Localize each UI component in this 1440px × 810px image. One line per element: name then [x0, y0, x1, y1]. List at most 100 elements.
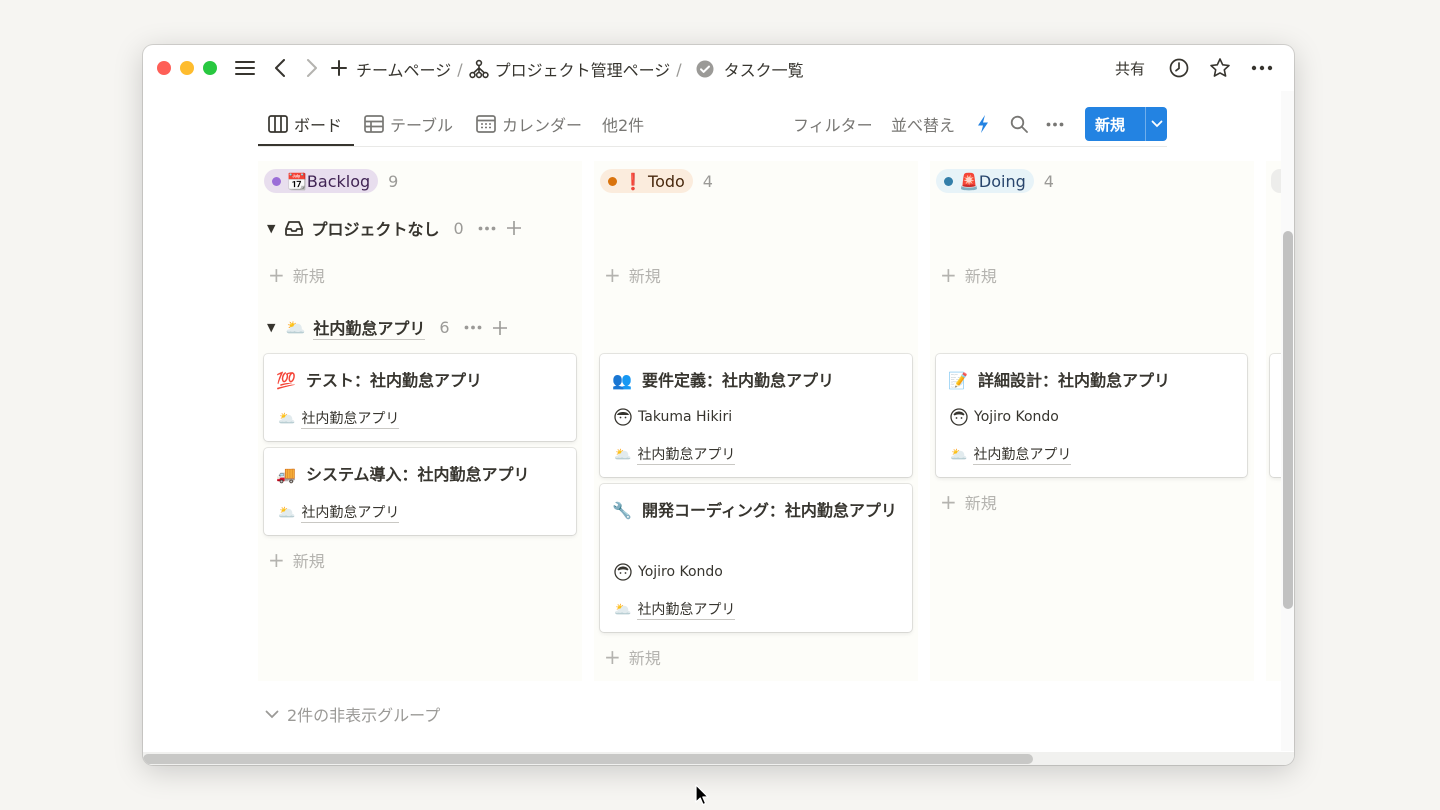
add-card-button[interactable]: + 新規	[930, 257, 997, 293]
mouse-cursor-icon	[695, 784, 709, 810]
card-assignee[interactable]: Yojiro Kondo	[614, 563, 723, 581]
relation-label: 社内勤怠アプリ	[301, 408, 400, 429]
card-title: システム導入：社内勤怠アプリ	[306, 465, 530, 484]
card-relation[interactable]: 🌥️ 社内勤怠アプリ	[950, 444, 1072, 465]
group-more-icon[interactable]	[478, 226, 496, 231]
card-relation[interactable]: 🌥️ 社内勤怠アプリ	[614, 444, 736, 465]
more-views-tab[interactable]: 他2件	[602, 111, 644, 137]
view-options-icon[interactable]	[1046, 111, 1064, 137]
relation-emoji: 🌥️	[614, 446, 632, 463]
card-emoji: 🚚	[276, 465, 296, 484]
horizontal-scrollbar[interactable]	[143, 754, 1033, 764]
automation-icon[interactable]	[976, 111, 990, 137]
add-card-label: 新規	[628, 649, 661, 668]
card-title: 要件定義：社内勤怠アプリ	[642, 371, 835, 390]
task-card[interactable]: 🔧 開発コーディング：社内勤怠アプリ Yojiro Kondo 🌥️ 社内勤怠アプリ	[600, 484, 912, 632]
group-add-icon[interactable]	[506, 220, 522, 236]
card-assignee[interactable]: Takuma Hikiri	[614, 408, 732, 426]
chevron-down-icon[interactable]	[1146, 120, 1167, 128]
avatar	[614, 408, 632, 426]
add-card-label: 新規	[292, 267, 325, 286]
card-title: テスト：社内勤怠アプリ	[306, 371, 483, 390]
chevron-down-icon	[265, 710, 279, 719]
add-card-label: 新規	[628, 267, 661, 286]
forward-icon[interactable]	[301, 56, 323, 80]
avatar	[950, 408, 968, 426]
share-button[interactable]: 共有	[1115, 58, 1145, 79]
board-icon	[268, 115, 288, 133]
relation-emoji: 🌥️	[278, 504, 296, 521]
assignee-name: Yojiro Kondo	[638, 564, 723, 580]
column-count: 4	[1043, 171, 1054, 191]
task-card[interactable]: 💯 テスト：社内勤怠アプリ 🌥️ 社内勤怠アプリ	[264, 354, 576, 441]
column-header-doing[interactable]: 🚨Doing 4	[936, 169, 1054, 193]
card-emoji: 💯	[276, 371, 296, 390]
column-header-todo[interactable]: ❗ Todo 4	[600, 169, 713, 193]
tab-board[interactable]: ボード	[268, 111, 342, 137]
cloud-sun-emoji: 🌥️	[285, 318, 306, 337]
close-window-button[interactable]	[157, 61, 171, 75]
back-icon[interactable]	[269, 56, 291, 80]
relation-emoji: 🌥️	[950, 446, 968, 463]
status-pill-doing: 🚨Doing	[936, 169, 1034, 193]
add-card-button[interactable]: + 新規	[258, 542, 325, 578]
add-card-button[interactable]: + 新規	[930, 484, 997, 520]
breadcrumb-item-project[interactable]: プロジェクト管理ページ	[495, 57, 671, 81]
vertical-scrollbar[interactable]	[1283, 231, 1293, 609]
minimize-window-button[interactable]	[180, 61, 194, 75]
search-icon[interactable]	[1010, 111, 1028, 137]
tab-table[interactable]: テーブル	[364, 111, 453, 137]
add-page-icon[interactable]	[329, 56, 349, 80]
avatar	[614, 563, 632, 581]
add-card-label: 新規	[964, 267, 997, 286]
relation-label: 社内勤怠アプリ	[973, 444, 1072, 465]
history-icon[interactable]	[1167, 56, 1191, 80]
card-assignee[interactable]: Yojiro Kondo	[950, 408, 1059, 426]
tab-calendar-label: カレンダー	[502, 116, 583, 135]
app-window: チームページ / プロジェクト管理ページ / タスク一覧 共有 ボード テーブル…	[143, 45, 1294, 765]
title-bar: チームページ / プロジェクト管理ページ / タスク一覧 共有	[143, 45, 1294, 91]
more-icon[interactable]	[1250, 56, 1274, 80]
task-card[interactable]: 🚚 システム導入：社内勤怠アプリ 🌥️ 社内勤怠アプリ	[264, 448, 576, 535]
tab-table-label: テーブル	[390, 116, 454, 135]
new-button-label: 新規	[1095, 115, 1126, 134]
breadcrumb-item-team[interactable]: チームページ	[356, 57, 451, 81]
tab-calendar[interactable]: カレンダー	[476, 111, 582, 137]
add-card-label: 新規	[964, 494, 997, 513]
zoom-window-button[interactable]	[203, 61, 217, 75]
task-card[interactable]: 📝 詳細設計：社内勤怠アプリ Yojiro Kondo 🌥️ 社内勤怠アプリ	[936, 354, 1247, 477]
breadcrumb-separator: /	[676, 59, 682, 79]
star-icon[interactable]	[1208, 56, 1232, 80]
group-header-no-project[interactable]: ▼ プロジェクトなし 0	[267, 216, 522, 240]
add-card-button[interactable]: + 新規	[594, 257, 661, 293]
collapse-triangle-icon[interactable]: ▼	[267, 321, 275, 334]
menu-icon[interactable]	[233, 56, 257, 80]
card-relation[interactable]: 🌥️ 社内勤怠アプリ	[278, 408, 400, 429]
sort-button[interactable]: 並べ替え	[891, 111, 955, 137]
card-relation[interactable]: 🌥️ 社内勤怠アプリ	[614, 599, 736, 620]
card-relation[interactable]: 🌥️ 社内勤怠アプリ	[278, 502, 400, 523]
breadcrumb-item-tasks[interactable]: タスク一覧	[724, 57, 804, 81]
card-title: 詳細設計：社内勤怠アプリ	[978, 371, 1171, 390]
group-title[interactable]: 社内勤怠アプリ	[313, 315, 426, 340]
add-card-button[interactable]: + 新規	[594, 639, 661, 675]
new-button[interactable]: 新規	[1085, 107, 1167, 141]
filter-button[interactable]: フィルター	[793, 111, 873, 137]
relation-emoji: 🌥️	[278, 410, 296, 427]
status-label: 🚨Doing	[959, 171, 1026, 191]
task-card[interactable]: 👥 要件定義：社内勤怠アプリ Takuma Hikiri 🌥️ 社内勤怠アプリ	[600, 354, 912, 477]
relation-emoji: 🌥️	[614, 601, 632, 618]
active-tab-indicator	[258, 144, 354, 146]
card-emoji: 🔧	[612, 501, 632, 520]
add-card-button[interactable]: + 新規	[258, 257, 325, 293]
group-header-attendance-app[interactable]: ▼ 🌥️ 社内勤怠アプリ 6	[267, 315, 508, 340]
card-title: 開発コーディング：社内勤怠アプリ	[642, 501, 897, 520]
group-add-icon[interactable]	[492, 320, 508, 336]
collapse-triangle-icon[interactable]: ▼	[267, 222, 275, 235]
assignee-name: Yojiro Kondo	[974, 409, 1059, 425]
hidden-groups-toggle[interactable]: 2件の非表示グループ	[265, 702, 440, 726]
column-header-backlog[interactable]: 📆Backlog 9	[264, 169, 398, 193]
card-emoji: 👥	[612, 371, 632, 390]
group-more-icon[interactable]	[464, 325, 482, 330]
hidden-groups-label: 2件の非表示グループ	[287, 706, 441, 725]
